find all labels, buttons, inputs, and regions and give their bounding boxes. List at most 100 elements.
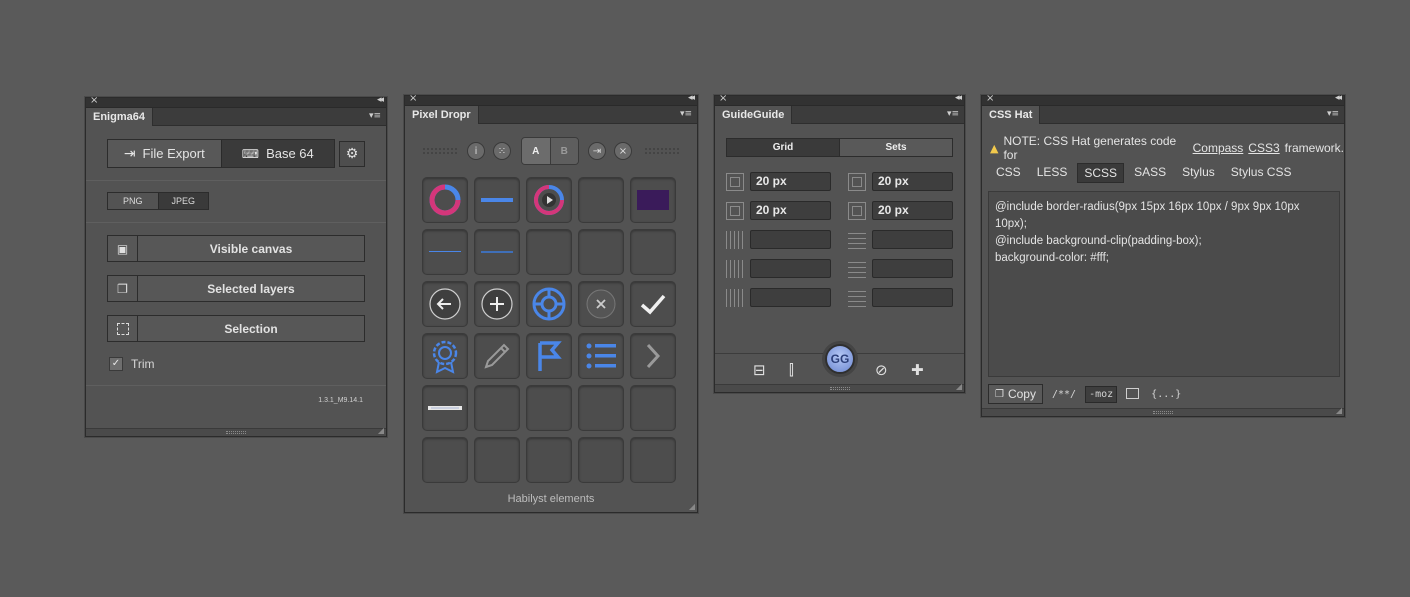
panel-menu-icon[interactable]: ▾≡ <box>947 109 959 119</box>
tab-grid[interactable]: Grid <box>727 139 839 156</box>
tab-sass[interactable]: SASS <box>1128 163 1172 183</box>
tab-stylus-css[interactable]: Stylus CSS <box>1225 163 1298 183</box>
grid-cell[interactable] <box>578 385 624 431</box>
close-icon[interactable]: × <box>986 93 994 104</box>
rows-input[interactable] <box>872 230 953 249</box>
format-jpeg-button[interactable]: JPEG <box>157 193 208 209</box>
tab-sets[interactable]: Sets <box>839 139 952 156</box>
panel-menu-icon[interactable]: ▾≡ <box>369 111 381 121</box>
grid-cell[interactable] <box>630 177 676 223</box>
set-b-tab[interactable]: B <box>549 138 578 164</box>
margin-left-input[interactable]: 20 px <box>750 172 831 191</box>
column-width-input[interactable] <box>750 288 831 307</box>
grid-cell[interactable] <box>422 281 468 327</box>
grid-cell[interactable] <box>474 229 520 275</box>
tab-less[interactable]: LESS <box>1031 163 1074 183</box>
panel-resize-grip[interactable]: ◢ <box>982 406 1344 416</box>
panel-menu-icon[interactable]: ▾≡ <box>680 109 692 119</box>
base64-button[interactable]: ⌨ Base 64 <box>220 140 334 167</box>
grid-cell[interactable] <box>422 177 468 223</box>
braces-toggle[interactable]: {...} <box>1148 387 1184 402</box>
visible-canvas-button[interactable]: ▣ Visible canvas <box>107 235 365 262</box>
panel-tab-css-hat[interactable]: CSS Hat <box>982 106 1041 124</box>
clear-guides-icon[interactable]: ⊘ <box>875 361 888 379</box>
copy-button[interactable]: ❐ Copy <box>988 384 1043 404</box>
set-a-tab[interactable]: A <box>522 138 550 164</box>
columns-input[interactable] <box>750 230 831 249</box>
panel-menu-icon[interactable]: ▾≡ <box>1327 109 1339 119</box>
row-gutter-input[interactable] <box>872 259 953 278</box>
grid-cell[interactable] <box>630 281 676 327</box>
grid-cell[interactable] <box>578 229 624 275</box>
column-gutter-input[interactable] <box>750 259 831 278</box>
grid-cell[interactable] <box>578 333 624 379</box>
panel-tab-pixel-dropr[interactable]: Pixel Dropr <box>405 106 479 124</box>
export-button[interactable]: ⇥ <box>588 142 606 160</box>
grid-cell[interactable] <box>422 385 468 431</box>
compass-link[interactable]: Compass <box>1193 141 1244 155</box>
grid-cell[interactable] <box>578 437 624 483</box>
grid-cell[interactable] <box>474 281 520 327</box>
vendor-prefix-toggle[interactable]: -moz <box>1085 385 1118 403</box>
resize-corner-icon[interactable]: ◢ <box>956 382 962 391</box>
add-guides-icon[interactable]: ✚ <box>911 361 924 379</box>
grid-cell[interactable] <box>526 281 572 327</box>
info-button[interactable]: i <box>467 142 485 160</box>
grid-cell[interactable] <box>474 333 520 379</box>
tab-stylus[interactable]: Stylus <box>1176 163 1221 183</box>
guideguide-logo-button[interactable]: GG <box>825 344 855 374</box>
margin-bottom-input[interactable]: 20 px <box>872 201 953 220</box>
grid-cell[interactable] <box>526 385 572 431</box>
margin-right-input[interactable]: 20 px <box>872 172 953 191</box>
vertical-midpoint-icon[interactable]: ⫿ <box>789 361 794 379</box>
grid-cell[interactable] <box>630 437 676 483</box>
close-icon[interactable]: × <box>90 95 98 106</box>
collapse-icon[interactable]: ◂◂ <box>377 95 384 105</box>
selected-layers-button[interactable]: ❐ Selected layers <box>107 275 365 302</box>
grid-cell[interactable] <box>578 281 624 327</box>
grid-cell[interactable] <box>630 333 676 379</box>
grid-button[interactable]: ⁙ <box>493 142 511 160</box>
resize-corner-icon[interactable]: ◢ <box>1336 406 1342 415</box>
close-icon[interactable]: × <box>719 93 727 104</box>
grid-cell[interactable] <box>422 229 468 275</box>
grid-cell[interactable] <box>526 229 572 275</box>
grid-cell[interactable] <box>422 437 468 483</box>
panel-resize-grip[interactable]: ◢ <box>86 426 386 436</box>
grid-cell[interactable] <box>474 385 520 431</box>
selector-toggle-icon[interactable] <box>1123 386 1142 402</box>
resize-corner-icon[interactable]: ◢ <box>689 502 695 511</box>
panel-resize-grip[interactable]: ◢ <box>715 382 964 392</box>
file-export-button[interactable]: ⇥ File Export <box>108 140 221 167</box>
resize-corner-icon[interactable]: ◢ <box>378 426 384 435</box>
collapse-icon[interactable]: ◂◂ <box>1335 93 1342 103</box>
clear-button[interactable]: × <box>614 142 632 160</box>
grid-cell[interactable] <box>526 437 572 483</box>
grid-cell[interactable] <box>422 333 468 379</box>
grid-cell[interactable] <box>474 177 520 223</box>
grid-cell[interactable] <box>526 177 572 223</box>
horizontal-midpoint-icon[interactable]: ⊟ <box>753 361 766 379</box>
grid-cell[interactable] <box>526 333 572 379</box>
format-png-button[interactable]: PNG <box>108 193 158 209</box>
collapse-icon[interactable]: ◂◂ <box>955 93 962 103</box>
row-height-input[interactable] <box>872 288 953 307</box>
css3-link[interactable]: CSS3 <box>1248 141 1279 155</box>
code-output[interactable]: @include border-radius(9px 15px 16px 10p… <box>988 191 1340 377</box>
grid-cell[interactable] <box>630 229 676 275</box>
grid-cell[interactable] <box>630 385 676 431</box>
grid-cell[interactable] <box>578 177 624 223</box>
selection-button[interactable]: Selection <box>107 315 365 342</box>
settings-button[interactable]: ⚙ <box>339 141 365 167</box>
panel-tab-enigma64[interactable]: Enigma64 <box>86 108 153 126</box>
tab-css[interactable]: CSS <box>990 163 1027 183</box>
rows-icon <box>848 231 866 249</box>
tab-scss[interactable]: SCSS <box>1077 163 1125 183</box>
margin-top-input[interactable]: 20 px <box>750 201 831 220</box>
trim-checkbox[interactable]: ✓ <box>109 357 123 371</box>
collapse-icon[interactable]: ◂◂ <box>688 93 695 103</box>
panel-tab-guideguide[interactable]: GuideGuide <box>715 106 793 124</box>
close-icon[interactable]: × <box>409 93 417 104</box>
grid-cell[interactable] <box>474 437 520 483</box>
comments-toggle[interactable]: /**/ <box>1049 387 1079 402</box>
